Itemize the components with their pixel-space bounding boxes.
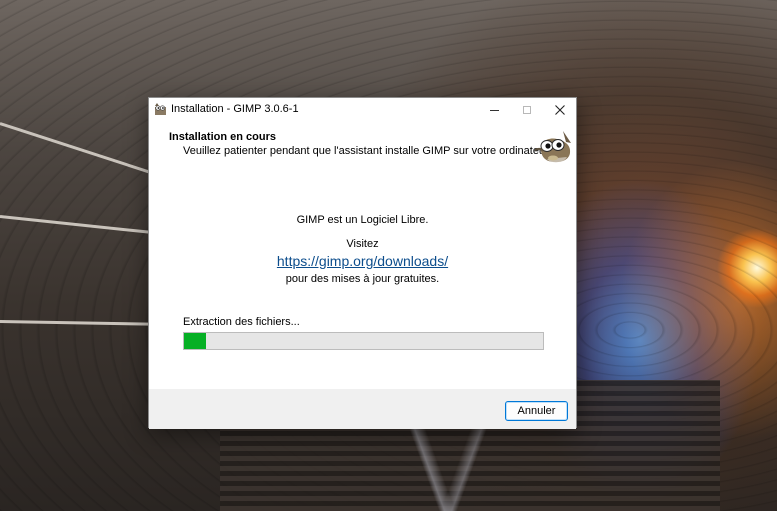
content-area: GIMP est un Logiciel Libre. Visitez http… [149,168,576,389]
wilber-mascot-icon [533,129,575,165]
maximize-icon [523,106,531,114]
progress-bar [183,332,544,350]
title-bar[interactable]: Installation - GIMP 3.0.6-1 [149,98,576,122]
footer-bar: Annuler [149,389,576,429]
free-software-text: GIMP est un Logiciel Libre. [296,214,429,226]
page-title: Installation en cours [169,131,276,143]
progress-label: Extraction des fichiers... [183,316,300,328]
installer-window: Installation - GIMP 3.0.6-1 Installation… [148,97,577,429]
visit-text: Visitez [346,238,379,250]
gimp-icon [154,103,167,116]
downloads-link[interactable]: https://gimp.org/downloads/ [149,253,576,269]
minimize-button[interactable] [476,98,512,122]
close-button[interactable] [542,98,578,122]
minimize-icon [489,109,499,111]
close-icon [555,105,565,115]
header-pane: Installation en cours Veuillez patienter… [149,122,576,168]
maximize-button[interactable] [509,98,545,122]
progress-fill [184,333,206,349]
window-title: Installation - GIMP 3.0.6-1 [171,103,299,115]
page-subtitle: Veuillez patienter pendant que l'assista… [183,145,552,157]
cancel-button[interactable]: Annuler [505,401,568,421]
updates-text: pour des mises à jour gratuites. [285,273,440,285]
